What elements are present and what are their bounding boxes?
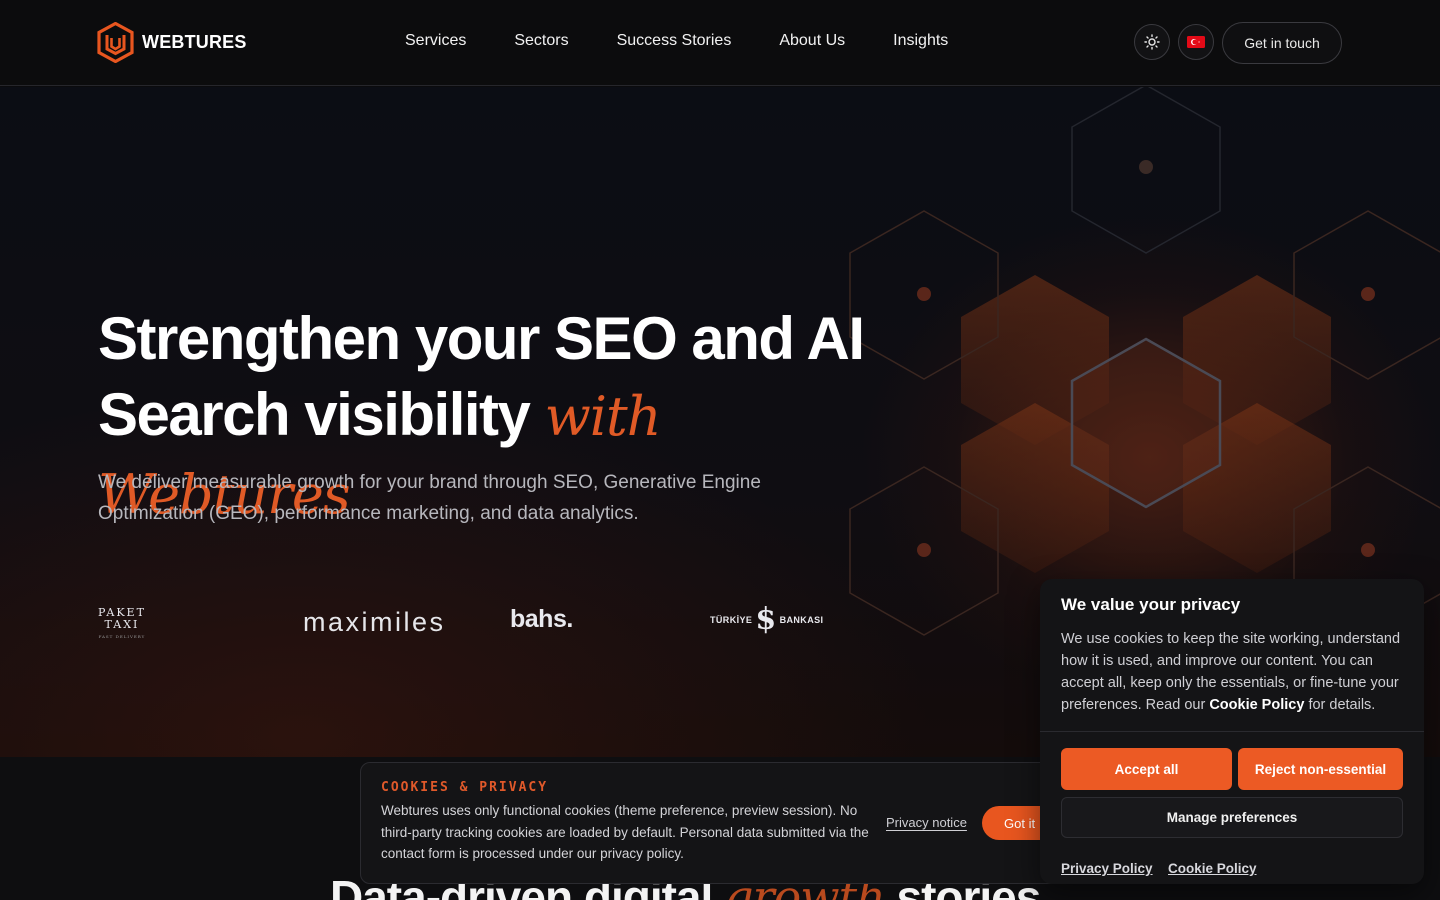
isbank-logo: TÜRKİYE $ BANKASI: [710, 605, 823, 635]
privacy-policy-link[interactable]: Privacy Policy: [1061, 861, 1153, 876]
language-switch-button[interactable]: [1178, 24, 1214, 60]
nav-about-us[interactable]: About Us: [779, 32, 845, 50]
brand-name: WEBTURES: [142, 32, 247, 52]
bahs-logo: bahs.: [510, 605, 573, 633]
isbank-left-text: TÜRKİYE: [710, 615, 753, 625]
nav-sectors[interactable]: Sectors: [514, 32, 568, 50]
privacy-dialog-divider: [1040, 731, 1424, 732]
cookie-notice-text: Webtures uses only functional cookies (t…: [381, 803, 869, 861]
reject-non-essential-button[interactable]: Reject non-essential: [1238, 748, 1403, 790]
privacy-consent-dialog: We value your privacy We use cookies to …: [1040, 579, 1424, 884]
manage-preferences-button[interactable]: Manage preferences: [1061, 797, 1403, 838]
client-logos: PAKET TAXI FAST DELIVERY maximiles bahs.…: [98, 597, 858, 647]
cookie-notice-title: COOKIES & PRIVACY: [381, 780, 549, 795]
hero-headline-line1: Strengthen your SEO and AI: [98, 305, 865, 372]
webtures-logo-icon: [97, 22, 134, 63]
isbank-symbol: $: [755, 602, 777, 637]
privacy-dialog-title: We value your privacy: [1061, 595, 1241, 614]
nav-insights[interactable]: Insights: [893, 32, 948, 50]
sun-icon: [1144, 34, 1160, 50]
turkey-flag-icon: [1187, 36, 1205, 48]
cookie-policy-link[interactable]: Cookie Policy: [1168, 861, 1257, 876]
maximiles-logo: maximiles: [303, 607, 446, 637]
hero-headline-line2: Search visibility: [98, 381, 531, 448]
site-header: WEBTURES Services Sectors Success Storie…: [0, 0, 1440, 86]
privacy-dialog-text-end: for details.: [1308, 697, 1376, 713]
hero-subtitle: We deliver measurable growth for your br…: [98, 472, 761, 524]
paket-taxi-logo: PAKET TAXI FAST DELIVERY: [98, 607, 146, 643]
cookie-policy-inline-link[interactable]: Cookie Policy: [1209, 697, 1304, 713]
paket-taxi-bottom: TAXI: [104, 618, 140, 631]
privacy-notice-link[interactable]: Privacy notice: [886, 815, 967, 830]
accept-all-button[interactable]: Accept all: [1061, 748, 1232, 790]
main-nav: Services Sectors Success Stories About U…: [405, 32, 948, 50]
theme-toggle-button[interactable]: [1134, 24, 1170, 60]
nav-services[interactable]: Services: [405, 32, 466, 50]
brand-logo[interactable]: WEBTURES: [97, 22, 247, 63]
cookie-notice-bar: COOKIES & PRIVACY Webtures uses only fun…: [360, 762, 1080, 884]
nav-success-stories[interactable]: Success Stories: [617, 32, 732, 50]
isbank-right-text: BANKASI: [779, 615, 824, 625]
paket-taxi-tag: FAST DELIVERY: [98, 634, 146, 639]
get-in-touch-button[interactable]: Get in touch: [1222, 22, 1342, 64]
privacy-dialog-text: We use cookies to keep the site working,…: [1061, 628, 1411, 716]
